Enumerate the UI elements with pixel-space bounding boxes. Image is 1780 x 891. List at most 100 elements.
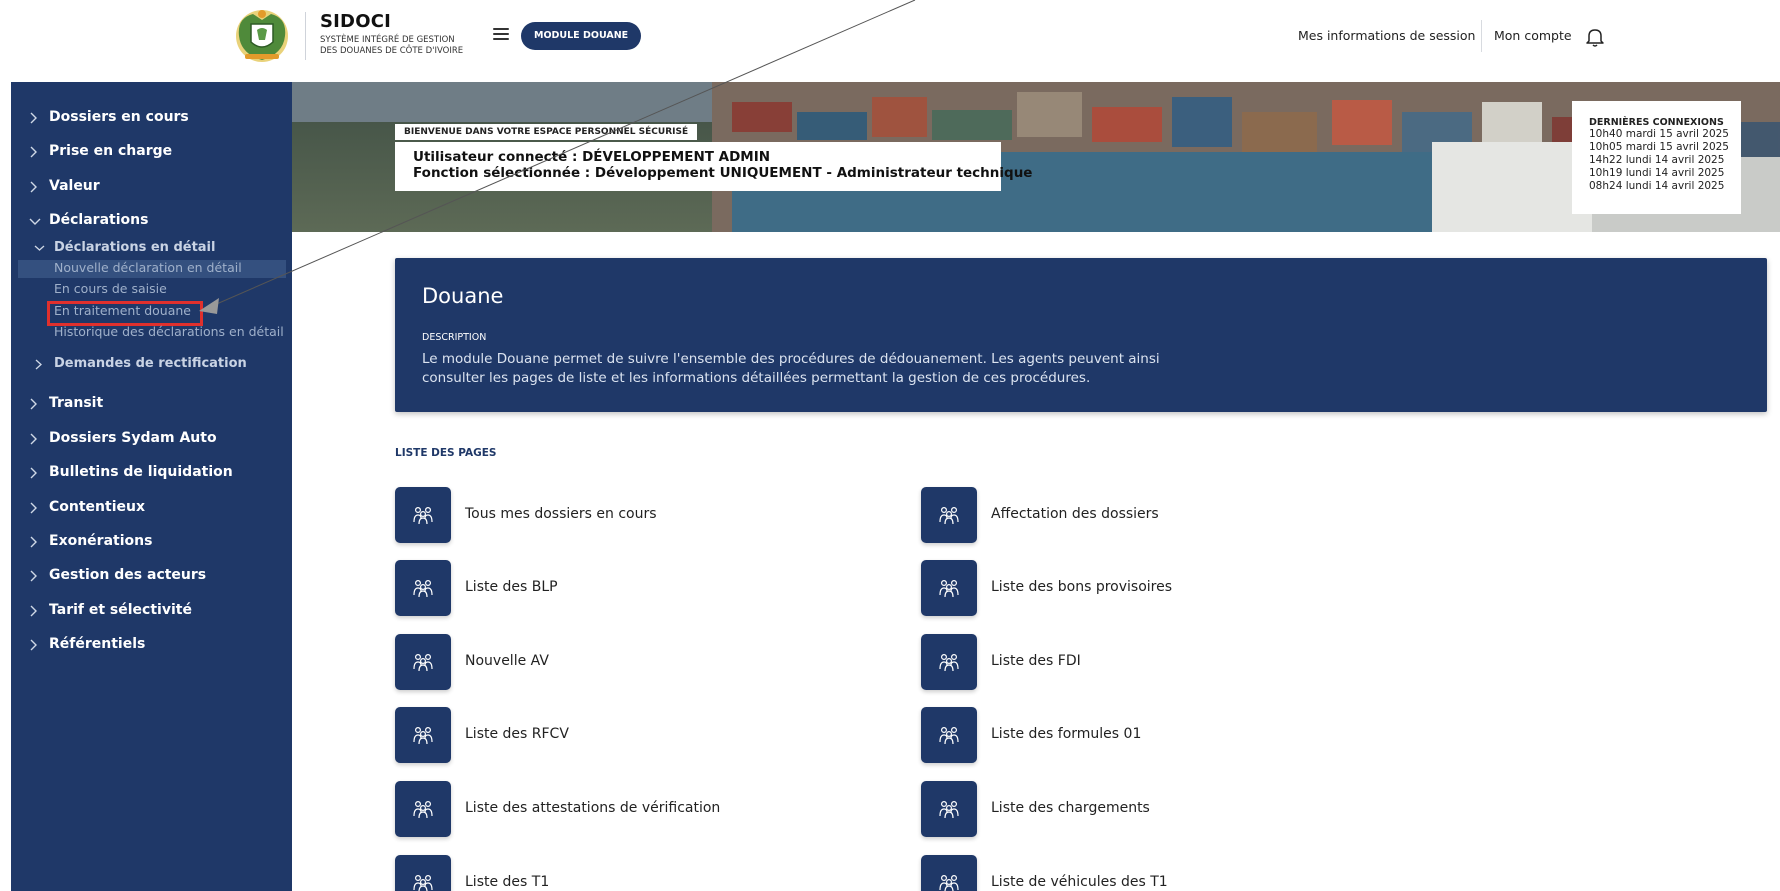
page-link-label: Liste des formules 01 — [991, 726, 1142, 742]
page-link-label: Liste de véhicules des T1 — [991, 874, 1168, 890]
page-list-title: LISTE DES PAGES — [395, 447, 497, 459]
session-info-link[interactable]: Mes informations de session — [1298, 28, 1475, 43]
sidebar-subitem-demandes-de-rectification[interactable]: Demandes de rectification — [11, 354, 292, 374]
last-connections-box: DERNIÈRES CONNEXIONS 10h40 mardi 15 avri… — [1572, 101, 1741, 214]
sidebar-item-dossiers-en-cours[interactable]: Dossiers en cours — [11, 106, 292, 130]
group-icon — [395, 781, 451, 837]
top-header: SIDOCI SYSTÈME INTÉGRÉ DE GESTION DES DO… — [0, 0, 1780, 82]
group-icon — [921, 707, 977, 763]
connected-user-text: Utilisateur connecté : DÉVELOPPEMENT ADM… — [413, 149, 771, 165]
page-link-right[interactable]: Liste de véhicules des T1 — [921, 855, 1341, 891]
sidebar-item-declarations[interactable]: Déclarations — [11, 209, 292, 233]
group-icon — [395, 487, 451, 543]
connection-entry: 10h19 lundi 14 avril 2025 — [1589, 167, 1725, 179]
page-link-label: Liste des bons provisoires — [991, 579, 1173, 595]
page-link-left[interactable]: Liste des attestations de vérification — [395, 781, 815, 837]
sidebar-item-label: Déclarations — [49, 212, 149, 228]
page-link-left[interactable]: Nouvelle AV — [395, 634, 815, 690]
module-description-card: Douane DESCRIPTION Le module Douane perm… — [395, 258, 1767, 412]
sidebar-leaf-historique[interactable]: Historique des déclarations en détail — [54, 324, 284, 343]
chevron-right-icon — [30, 112, 37, 124]
last-connections-title: DERNIÈRES CONNEXIONS — [1589, 117, 1724, 128]
page-link-right[interactable]: Liste des formules 01 — [921, 707, 1341, 763]
page-link-label: Nouvelle AV — [465, 653, 549, 669]
sidebar-item-label: Dossiers Sydam Auto — [49, 430, 217, 446]
page-link-label: Liste des chargements — [991, 800, 1150, 816]
coat-of-arms-logo — [236, 10, 288, 62]
sidebar-item-dossiers-sydam-auto[interactable]: Dossiers Sydam Auto — [11, 427, 292, 451]
brand-subtitle-1: SYSTÈME INTÉGRÉ DE GESTION — [320, 35, 455, 45]
group-icon — [921, 781, 977, 837]
my-account-link[interactable]: Mon compte — [1494, 28, 1572, 43]
group-icon — [921, 487, 977, 543]
sidebar-item-label: Prise en charge — [49, 143, 173, 159]
sidebar-item-label: Tarif et sélectivité — [49, 602, 192, 618]
page-link-left[interactable]: Tous mes dossiers en cours — [395, 487, 815, 543]
chevron-right-icon — [30, 467, 37, 479]
group-icon — [921, 634, 977, 690]
sidebar-item-gestion-des-acteurs[interactable]: Gestion des acteurs — [11, 564, 292, 588]
chevron-right-icon — [30, 433, 37, 445]
bell-icon[interactable] — [1584, 26, 1606, 48]
module-title: Douane — [422, 284, 504, 308]
sidebar-subitem-label: Déclarations en détail — [54, 240, 216, 255]
sidebar-item-contentieux[interactable]: Contentieux — [11, 496, 292, 520]
group-icon — [395, 634, 451, 690]
page-link-right[interactable]: Affectation des dossiers — [921, 487, 1341, 543]
page-link-label: Liste des T1 — [465, 874, 550, 890]
sidebar-item-tarif-et-selectivite[interactable]: Tarif et sélectivité — [11, 599, 292, 623]
highlight-annotation-box — [47, 301, 203, 326]
sidebar-item-referentiels[interactable]: Référentiels — [11, 633, 292, 657]
sidebar-subitem-declarations-en-detail[interactable]: Déclarations en détail — [11, 238, 292, 258]
page-link-left[interactable]: Liste des RFCV — [395, 707, 815, 763]
page-link-label: Liste des RFCV — [465, 726, 569, 742]
sidebar-item-label: Contentieux — [49, 499, 145, 515]
sidebar-subitem-label: Demandes de rectification — [54, 356, 247, 371]
chevron-right-icon — [30, 639, 37, 651]
chevron-down-icon — [29, 218, 41, 225]
brand-name: SIDOCI — [320, 11, 392, 32]
welcome-tag: BIENVENUE DANS VOTRE ESPACE PERSONNEL SÉ… — [395, 124, 698, 140]
page-link-left[interactable]: Liste des T1 — [395, 855, 815, 891]
page-link-right[interactable]: Liste des FDI — [921, 634, 1341, 690]
chevron-right-icon — [35, 359, 42, 370]
chevron-right-icon — [30, 502, 37, 514]
header-divider — [1481, 20, 1482, 52]
sidebar: Dossiers en cours Prise en charge Valeur… — [11, 82, 292, 891]
page-link-label: Liste des attestations de vérification — [465, 800, 721, 816]
chevron-right-icon — [30, 146, 37, 158]
sidebar-item-transit[interactable]: Transit — [11, 392, 292, 416]
page-link-left[interactable]: Liste des BLP — [395, 560, 815, 616]
connection-entry: 14h22 lundi 14 avril 2025 — [1589, 154, 1725, 166]
chevron-down-icon — [34, 245, 45, 251]
hamburger-menu-icon[interactable] — [493, 28, 509, 42]
selected-function-text: Fonction sélectionnée : Développement UN… — [413, 165, 1033, 181]
sidebar-item-label: Gestion des acteurs — [49, 567, 207, 583]
page-link-label: Affectation des dossiers — [991, 506, 1159, 522]
brand-block: SIDOCI SYSTÈME INTÉGRÉ DE GESTION DES DO… — [320, 11, 463, 57]
chevron-right-icon — [30, 181, 37, 193]
page-link-right[interactable]: Liste des bons provisoires — [921, 560, 1341, 616]
sidebar-item-bulletins-de-liquidation[interactable]: Bulletins de liquidation — [11, 461, 292, 485]
sidebar-item-valeur[interactable]: Valeur — [11, 175, 292, 199]
connection-entry: 10h05 mardi 15 avril 2025 — [1589, 141, 1729, 153]
logo-divider — [305, 12, 306, 60]
user-info-box: Utilisateur connecté : DÉVELOPPEMENT ADM… — [395, 142, 1033, 191]
group-icon — [395, 707, 451, 763]
connection-entry: 10h40 mardi 15 avril 2025 — [1589, 128, 1729, 140]
sidebar-item-exonerations[interactable]: Exonérations — [11, 530, 292, 554]
chevron-right-icon — [30, 570, 37, 582]
chevron-right-icon — [30, 536, 37, 548]
group-icon — [921, 560, 977, 616]
sidebar-item-label: Dossiers en cours — [49, 109, 189, 125]
sidebar-item-label: Référentiels — [49, 636, 146, 652]
chevron-right-icon — [30, 605, 37, 617]
sidebar-leaf-en-cours-de-saisie[interactable]: En cours de saisie — [54, 281, 167, 300]
sidebar-item-label: Exonérations — [49, 533, 153, 549]
page-link-label: Liste des FDI — [991, 653, 1081, 669]
module-douane-button[interactable]: MODULE DOUANE — [521, 22, 642, 50]
sidebar-item-prise-en-charge[interactable]: Prise en charge — [11, 140, 292, 164]
page-link-right[interactable]: Liste des chargements — [921, 781, 1341, 837]
sidebar-item-label: Valeur — [49, 178, 100, 194]
sidebar-leaf-nouvelle-declaration[interactable]: Nouvelle déclaration en détail — [54, 260, 242, 279]
